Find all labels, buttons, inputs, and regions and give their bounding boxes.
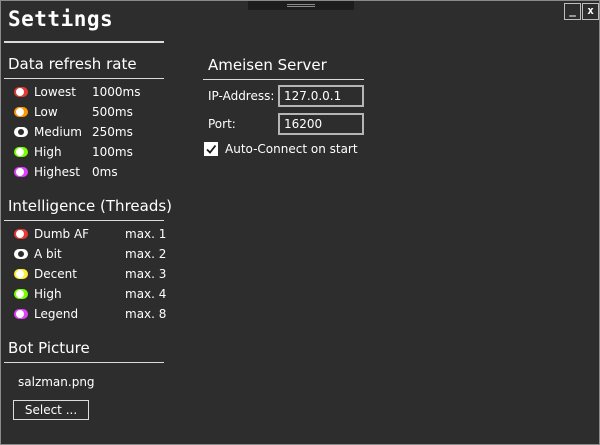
threads-option[interactable]: Legend max. 8 [14,306,167,324]
toggle-indicator-icon[interactable] [14,309,28,319]
ip-address-label: IP-Address: [208,89,275,103]
option-value: max. 4 [125,287,167,301]
toggle-indicator-icon[interactable] [14,87,28,97]
window-drag-handle[interactable] [248,1,354,10]
refresh-option[interactable]: Lowest 1000ms [14,84,164,102]
option-value: max. 1 [125,227,167,241]
refresh-option[interactable]: Medium 250ms [14,124,164,142]
option-label: Medium [34,125,82,139]
toggle-knob [16,108,24,116]
option-label: Dumb AF [34,227,90,241]
option-label: Legend [34,307,79,321]
minimize-button[interactable]: _ [564,3,581,20]
option-label: Decent [34,267,77,281]
threads-option[interactable]: A bit max. 2 [14,246,167,264]
toggle-knob [16,88,24,96]
toggle-knob [16,168,24,176]
refresh-option[interactable]: Low 500ms [14,104,164,122]
toggle-indicator-icon[interactable] [14,229,28,239]
picture-filename: salzman.png [18,375,95,389]
toggle-indicator-icon[interactable] [14,147,28,157]
grip-line [287,4,315,5]
toggle-indicator-icon[interactable] [14,289,28,299]
option-value: 0ms [92,165,118,179]
option-value: max. 3 [125,267,167,281]
option-value: 500ms [92,105,133,119]
ip-address-input[interactable] [278,85,364,107]
threads-option[interactable]: Dumb AF max. 1 [14,226,167,244]
port-input[interactable] [278,113,364,135]
refresh-rate-divider [4,78,164,79]
title-divider [4,41,164,43]
toggle-indicator-icon[interactable] [14,127,28,137]
refresh-rate-heading: Data refresh rate [8,55,137,73]
threads-divider [4,220,164,221]
grip-line [287,6,315,7]
toggle-knob [16,270,24,278]
toggle-knob [16,290,24,298]
server-divider [203,79,364,80]
auto-connect-label: Auto-Connect on start [225,142,358,156]
threads-heading: Intelligence (Threads) [8,197,173,215]
select-picture-button[interactable]: Select ... [13,400,89,420]
option-value: max. 8 [125,307,167,321]
toggle-indicator-icon[interactable] [14,107,28,117]
option-label: Highest [34,165,80,179]
refresh-option[interactable]: High 100ms [14,144,164,162]
port-label: Port: [208,117,236,131]
toggle-knob [18,129,24,135]
option-label: Lowest [34,85,76,99]
toggle-indicator-icon[interactable] [14,167,28,177]
page-title: Settings [8,7,114,31]
option-value: max. 2 [125,247,167,261]
toggle-indicator-icon[interactable] [14,269,28,279]
toggle-knob [18,251,24,257]
option-label: Low [34,105,58,119]
threads-option[interactable]: High max. 4 [14,286,167,304]
server-heading: Ameisen Server [208,56,327,74]
toggle-knob [16,230,24,238]
auto-connect-checkbox[interactable] [204,142,218,156]
close-button[interactable]: x [582,3,599,20]
option-value: 100ms [92,145,133,159]
toggle-indicator-icon[interactable] [14,249,28,259]
toggle-knob [16,148,24,156]
threads-option[interactable]: Decent max. 3 [14,266,167,284]
refresh-option[interactable]: Highest 0ms [14,164,164,182]
option-value: 1000ms [92,85,141,99]
option-value: 250ms [92,125,133,139]
option-label: High [34,145,62,159]
bot-picture-heading: Bot Picture [8,339,90,357]
option-label: High [34,287,62,301]
settings-window: _ x Settings Data refresh rate Lowest 100… [0,0,600,445]
bot-picture-divider [4,362,164,363]
option-label: A bit [34,247,62,261]
checkmark-icon [206,144,217,154]
toggle-knob [16,310,24,318]
